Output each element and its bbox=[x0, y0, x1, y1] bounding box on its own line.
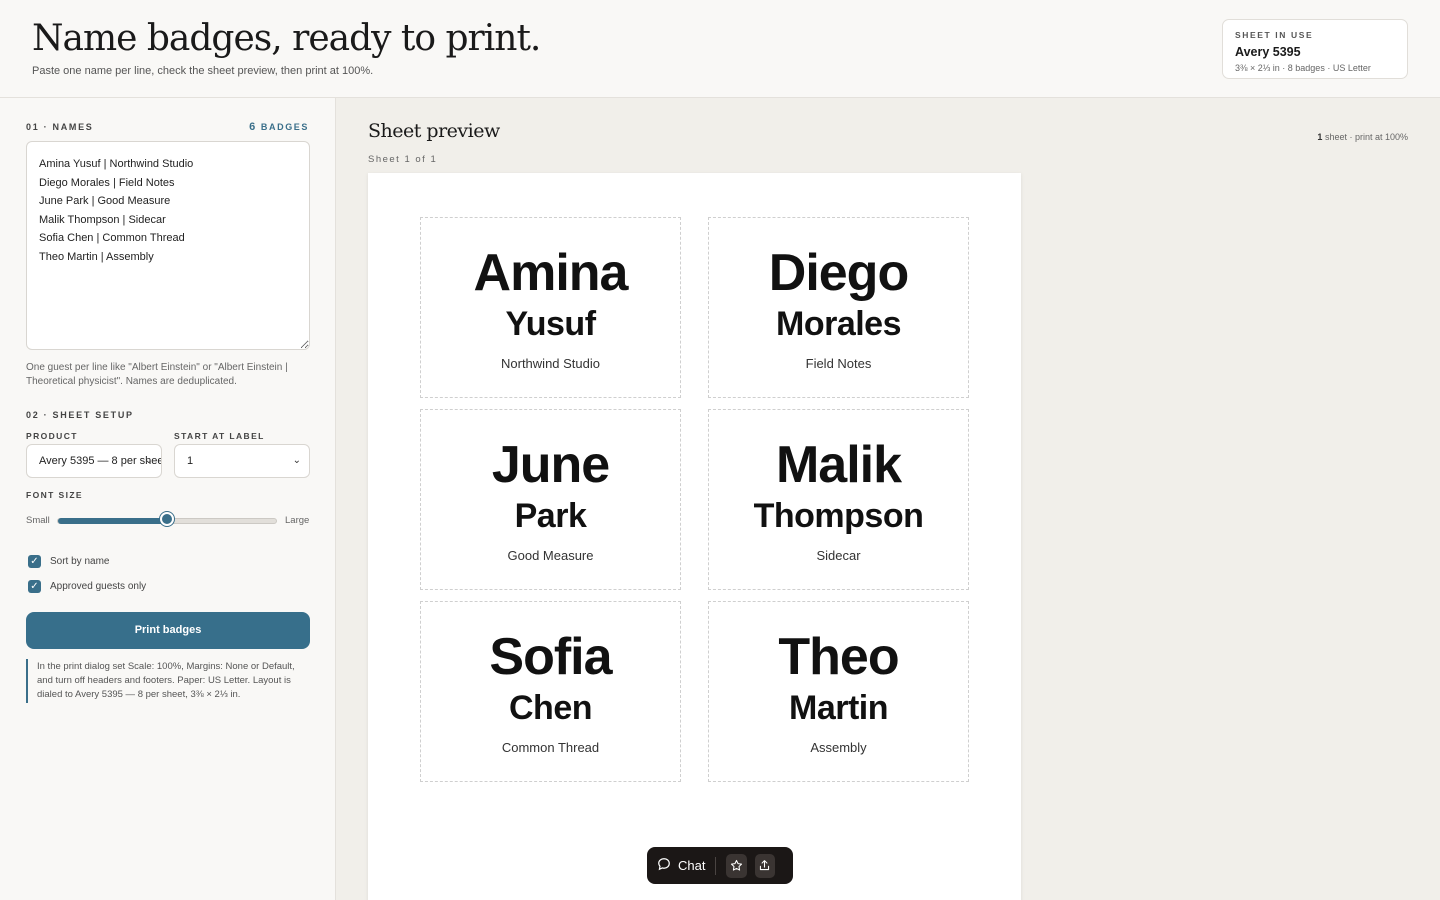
badge-first-name: Diego bbox=[768, 244, 909, 302]
page-title: Name badges, ready to print. bbox=[32, 18, 541, 59]
approved-only-label: Approved guests only bbox=[50, 581, 147, 592]
badge-first-name: Malik bbox=[775, 436, 902, 494]
name-badge: Theo Martin Assembly bbox=[708, 601, 969, 782]
product-select-value: Avery 5395 — 8 per sheet bbox=[39, 455, 162, 467]
product-label: PRODUCT bbox=[26, 431, 78, 441]
print-instructions-note: In the print dialog set Scale: 100%, Mar… bbox=[26, 659, 310, 703]
sheet-card-kicker: SHEET IN USE bbox=[1235, 30, 1314, 40]
sort-by-name-label: Sort by name bbox=[50, 556, 110, 567]
floating-toolbar: Chat bbox=[647, 847, 793, 884]
sort-by-name-checkbox[interactable]: ✓ bbox=[28, 555, 41, 568]
sheet-number: Sheet 1 of 1 bbox=[368, 154, 438, 165]
badge-count-number: 6 bbox=[249, 121, 257, 133]
badge-organization: Assembly bbox=[810, 740, 867, 755]
page-header: Name badges, ready to print. Paste one n… bbox=[0, 0, 1440, 98]
badge-first-name: Theo bbox=[778, 628, 899, 686]
badge-first-name: June bbox=[491, 436, 610, 494]
product-select[interactable]: Avery 5395 — 8 per sheet ⌄ bbox=[26, 444, 162, 478]
badge-organization: Good Measure bbox=[507, 548, 594, 563]
badge-last-name: Park bbox=[514, 497, 587, 535]
preview-title: Sheet preview bbox=[368, 120, 500, 142]
name-badge: Sofia Chen Common Thread bbox=[420, 601, 681, 782]
sort-by-name-row[interactable]: ✓ Sort by name bbox=[28, 555, 109, 568]
preview-area: Sheet preview Sheet 1 of 1 1 sheet · pri… bbox=[336, 98, 1440, 900]
name-badge: Malik Thompson Sidecar bbox=[708, 409, 969, 590]
badge-first-name: Amina bbox=[473, 244, 629, 302]
badge-last-name: Thompson bbox=[753, 497, 924, 535]
settings-sidebar: 01 · NAMES 6 BADGES One guest per line l… bbox=[0, 98, 336, 900]
chat-bubble-icon[interactable] bbox=[657, 857, 671, 874]
names-textarea[interactable] bbox=[26, 141, 310, 350]
badge-count: 6 BADGES bbox=[249, 121, 309, 133]
badge-last-name: Yusuf bbox=[505, 305, 596, 343]
font-size-slider-fill bbox=[58, 518, 168, 524]
start-label: START AT LABEL bbox=[174, 431, 265, 441]
font-small-label: Small bbox=[26, 515, 50, 526]
chat-button-label[interactable]: Chat bbox=[678, 858, 705, 873]
sheet-stats-text: sheet · print at 100% bbox=[1322, 132, 1408, 142]
badge-organization: Field Notes bbox=[805, 356, 872, 371]
badge-organization: Northwind Studio bbox=[501, 356, 600, 371]
badge-last-name: Morales bbox=[776, 305, 902, 343]
chevron-down-icon: ⌄ bbox=[292, 455, 301, 466]
badge-last-name: Chen bbox=[509, 689, 593, 727]
names-section-label: 01 · NAMES bbox=[26, 122, 94, 132]
font-large-label: Large bbox=[285, 515, 310, 526]
approved-only-checkbox[interactable]: ✓ bbox=[28, 580, 41, 593]
start-label-select[interactable]: 1 ⌄ bbox=[174, 444, 310, 478]
sheet-card-name: Avery 5395 bbox=[1235, 45, 1301, 59]
sheet-setup-label: 02 · SHEET SETUP bbox=[26, 410, 134, 420]
sheet-card-meta: 3⅜ × 2⅓ in · 8 badges · US Letter bbox=[1235, 63, 1371, 73]
share-icon[interactable] bbox=[754, 853, 775, 878]
badge-organization: Sidecar bbox=[816, 548, 861, 563]
font-size-label: FONT SIZE bbox=[26, 490, 83, 500]
badge-last-name: Martin bbox=[789, 689, 889, 727]
font-size-slider-thumb[interactable] bbox=[160, 512, 174, 526]
toolbar-divider bbox=[715, 856, 717, 875]
name-badge: June Park Good Measure bbox=[420, 409, 681, 590]
sheet-stats: 1 sheet · print at 100% bbox=[1317, 132, 1408, 142]
page-subtitle: Paste one name per line, check the sheet… bbox=[32, 65, 374, 77]
badge-count-suffix: BADGES bbox=[260, 122, 309, 132]
name-badge: Diego Morales Field Notes bbox=[708, 217, 969, 398]
badge-first-name: Sofia bbox=[489, 628, 612, 686]
sheet-in-use-card: SHEET IN USE Avery 5395 3⅜ × 2⅓ in · 8 b… bbox=[1222, 19, 1408, 79]
approved-only-row[interactable]: ✓ Approved guests only bbox=[28, 580, 146, 593]
badge-organization: Common Thread bbox=[501, 740, 600, 755]
star-icon[interactable] bbox=[726, 853, 747, 878]
names-hint: One guest per line like "Albert Einstein… bbox=[26, 362, 288, 387]
chevron-down-icon: ⌄ bbox=[144, 455, 153, 466]
start-select-value: 1 bbox=[187, 455, 194, 467]
print-badges-button[interactable]: Print badges bbox=[26, 612, 310, 649]
sheet-paper: Amina Yusuf Northwind Studio Diego Morales Fi… bbox=[368, 173, 1021, 900]
name-badge: Amina Yusuf Northwind Studio bbox=[420, 217, 681, 398]
